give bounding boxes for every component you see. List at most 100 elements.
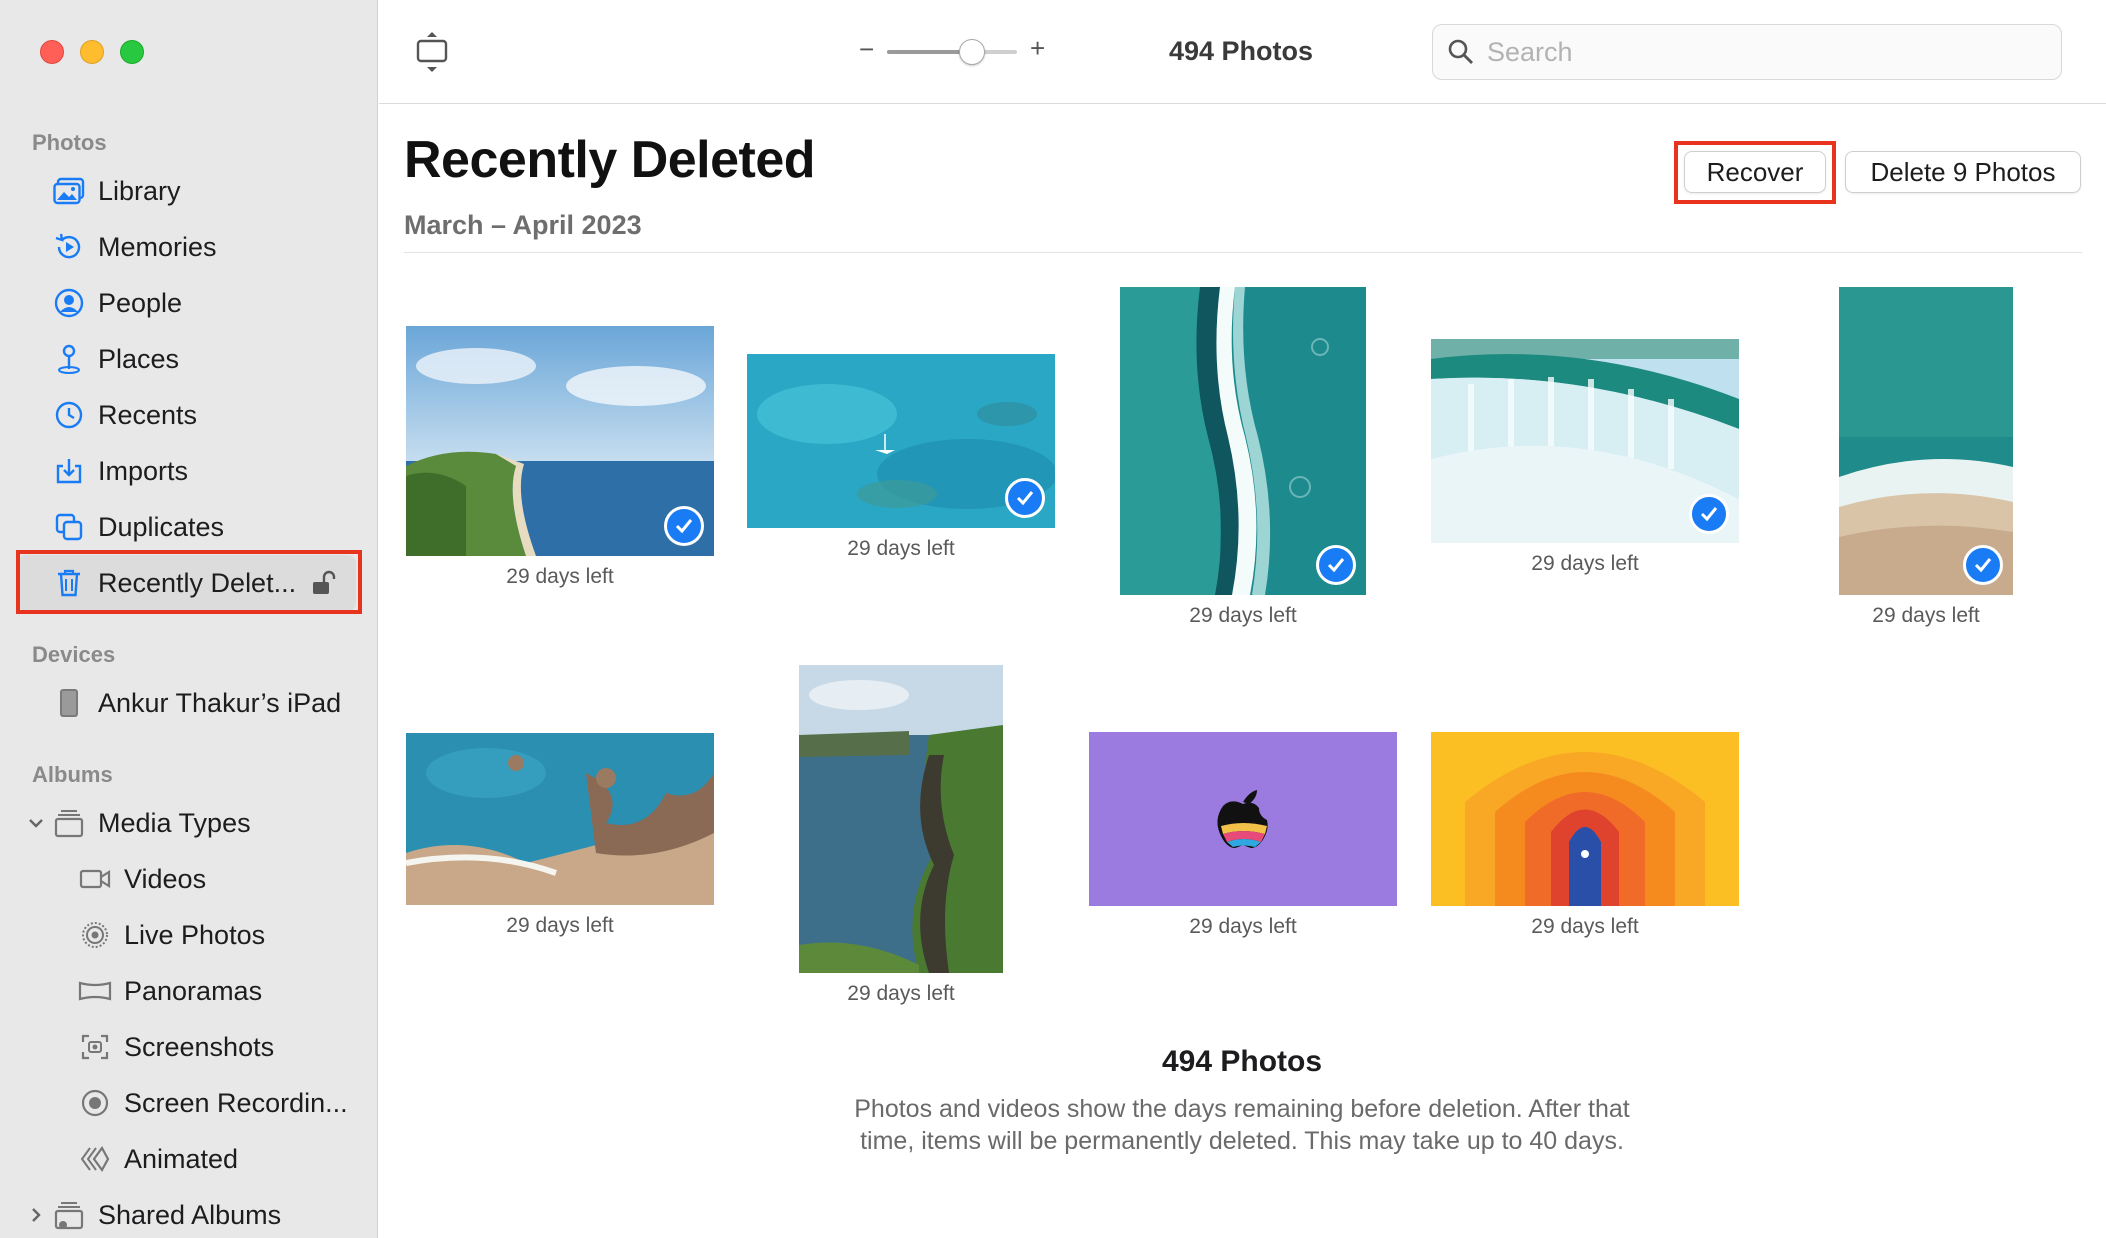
sidebar-item-videos[interactable]: Videos <box>18 851 356 907</box>
sidebar-item-shared-albums[interactable]: Shared Albums <box>18 1187 356 1238</box>
photo-thumbnail[interactable] <box>1120 287 1366 595</box>
sidebar-item-label: Screenshots <box>124 1031 275 1062</box>
window-controls <box>40 40 144 64</box>
memories-icon <box>50 228 88 266</box>
photo-thumbnail[interactable] <box>406 733 714 905</box>
page-title: Recently Deleted <box>404 131 816 189</box>
days-left-label: 29 days left <box>1531 552 1639 575</box>
selected-check-icon[interactable] <box>1963 545 2003 585</box>
search-icon <box>1447 38 1475 66</box>
sidebar-item-label: Animated <box>124 1143 239 1174</box>
sidebar-item-ipad[interactable]: Ankur Thakur’s iPad <box>18 675 356 731</box>
sidebar-item-imports[interactable]: Imports <box>18 443 356 499</box>
sidebar-item-label: Shared Albums <box>98 1199 282 1230</box>
video-icon <box>76 860 114 898</box>
sidebar-section-devices: Devices <box>32 642 116 667</box>
sidebar-item-label: Media Types <box>98 807 251 838</box>
sidebar-item-animated[interactable]: Animated <box>18 1131 356 1187</box>
sidebar-item-memories[interactable]: Memories <box>18 219 356 275</box>
ipad-icon <box>50 684 88 722</box>
sidebar: Photos Library Memories People Places Re… <box>0 0 378 1238</box>
sidebar-section-photos: Photos <box>32 130 107 155</box>
days-left-label: 29 days left <box>847 982 955 1005</box>
sidebar-item-label: Panoramas <box>124 975 263 1006</box>
deletion-info-text: Photos and videos show the days remainin… <box>854 1095 1630 1155</box>
sidebar-item-label: Duplicates <box>98 511 225 542</box>
sidebar-item-screen-recordings[interactable]: Screen Recordin... <box>18 1075 356 1131</box>
sidebar-item-label: Recents <box>98 399 198 430</box>
days-left-label: 29 days left <box>506 914 614 937</box>
photo-thumbnail[interactable] <box>1839 287 2013 595</box>
shared-albums-icon <box>50 1196 88 1234</box>
photo-count-summary: 494 Photos <box>1161 1045 1323 1078</box>
screen-recording-icon <box>76 1084 114 1122</box>
days-left-label: 29 days left <box>1189 915 1297 938</box>
sidebar-item-library[interactable]: Library <box>18 163 356 219</box>
search-field[interactable] <box>1432 24 2062 80</box>
sidebar-item-label: Screen Recordin... <box>124 1087 348 1118</box>
fit-to-window-icon[interactable] <box>415 30 449 74</box>
photo-thumbnail[interactable] <box>747 354 1055 528</box>
rocky-coast-photo-image <box>406 733 714 905</box>
selected-check-icon[interactable] <box>1689 494 1729 534</box>
selected-check-icon[interactable] <box>1005 478 1045 518</box>
sidebar-item-label: Library <box>98 175 181 206</box>
toolbar: − + 494 Photos <box>379 0 2106 104</box>
days-left-label: 29 days left <box>506 565 614 588</box>
days-left-label: 29 days left <box>1872 604 1980 627</box>
photo-thumbnail[interactable] <box>406 326 714 556</box>
toolbar-title: 494 Photos <box>1169 36 1314 66</box>
date-range-subtitle: March – April 2023 <box>404 210 642 240</box>
photo-thumbnail[interactable] <box>1431 732 1739 906</box>
people-icon <box>50 284 88 322</box>
divider <box>404 252 2082 253</box>
photo-thumbnail[interactable] <box>1089 732 1397 906</box>
zoom-slider-knob[interactable] <box>959 39 985 65</box>
days-left-label: 29 days left <box>1531 915 1639 938</box>
delete-photos-button[interactable]: Delete 9 Photos <box>1845 151 2081 193</box>
photo-thumbnail[interactable] <box>1431 339 1739 543</box>
recover-highlight-box <box>1674 141 1836 204</box>
sidebar-item-label: Ankur Thakur’s iPad <box>98 687 342 718</box>
sidebar-item-label: Imports <box>98 455 189 486</box>
selected-check-icon[interactable] <box>664 506 704 546</box>
zoom-window-button[interactable] <box>120 40 144 64</box>
close-window-button[interactable] <box>40 40 64 64</box>
imports-icon <box>50 452 88 490</box>
zoom-out-button[interactable]: − <box>859 34 874 65</box>
sidebar-highlight-box <box>16 550 362 614</box>
animated-icon <box>76 1140 114 1178</box>
arch-doorway-photo-image <box>1431 732 1739 906</box>
sidebar-item-screenshots[interactable]: Screenshots <box>18 1019 356 1075</box>
sidebar-section-albums: Albums <box>32 762 113 787</box>
sidebar-item-label: People <box>98 287 183 318</box>
duplicates-icon <box>50 508 88 546</box>
selected-check-icon[interactable] <box>1316 545 1356 585</box>
apple-logo-photo-image <box>1089 732 1397 906</box>
sidebar-item-media-types[interactable]: Media Types <box>18 795 356 851</box>
search-input[interactable] <box>1487 36 2027 68</box>
sidebar-item-panoramas[interactable]: Panoramas <box>18 963 356 1019</box>
panorama-icon <box>76 972 114 1010</box>
days-left-label: 29 days left <box>847 537 955 560</box>
sidebar-item-label: Memories <box>98 231 217 262</box>
live-photo-icon <box>76 916 114 954</box>
recents-icon <box>50 396 88 434</box>
zoom-slider-fill <box>887 50 968 54</box>
sidebar-item-places[interactable]: Places <box>18 331 356 387</box>
sidebar-item-live-photos[interactable]: Live Photos <box>18 907 356 963</box>
album-stack-icon <box>50 804 88 842</box>
photo-thumbnail[interactable] <box>799 665 1003 973</box>
zoom-in-button[interactable]: + <box>1030 33 1045 64</box>
library-icon <box>50 172 88 210</box>
minimize-window-button[interactable] <box>80 40 104 64</box>
sidebar-item-duplicates[interactable]: Duplicates <box>18 499 356 555</box>
screenshot-icon <box>76 1028 114 1066</box>
sidebar-item-label: Live Photos <box>124 919 266 950</box>
sidebar-item-recents[interactable]: Recents <box>18 387 356 443</box>
sidebar-item-label: Places <box>98 343 180 374</box>
days-left-label: 29 days left <box>1189 604 1297 627</box>
cliffs-photo-image <box>799 665 1003 973</box>
sidebar-item-people[interactable]: People <box>18 275 356 331</box>
zoom-slider[interactable] <box>887 39 1017 65</box>
